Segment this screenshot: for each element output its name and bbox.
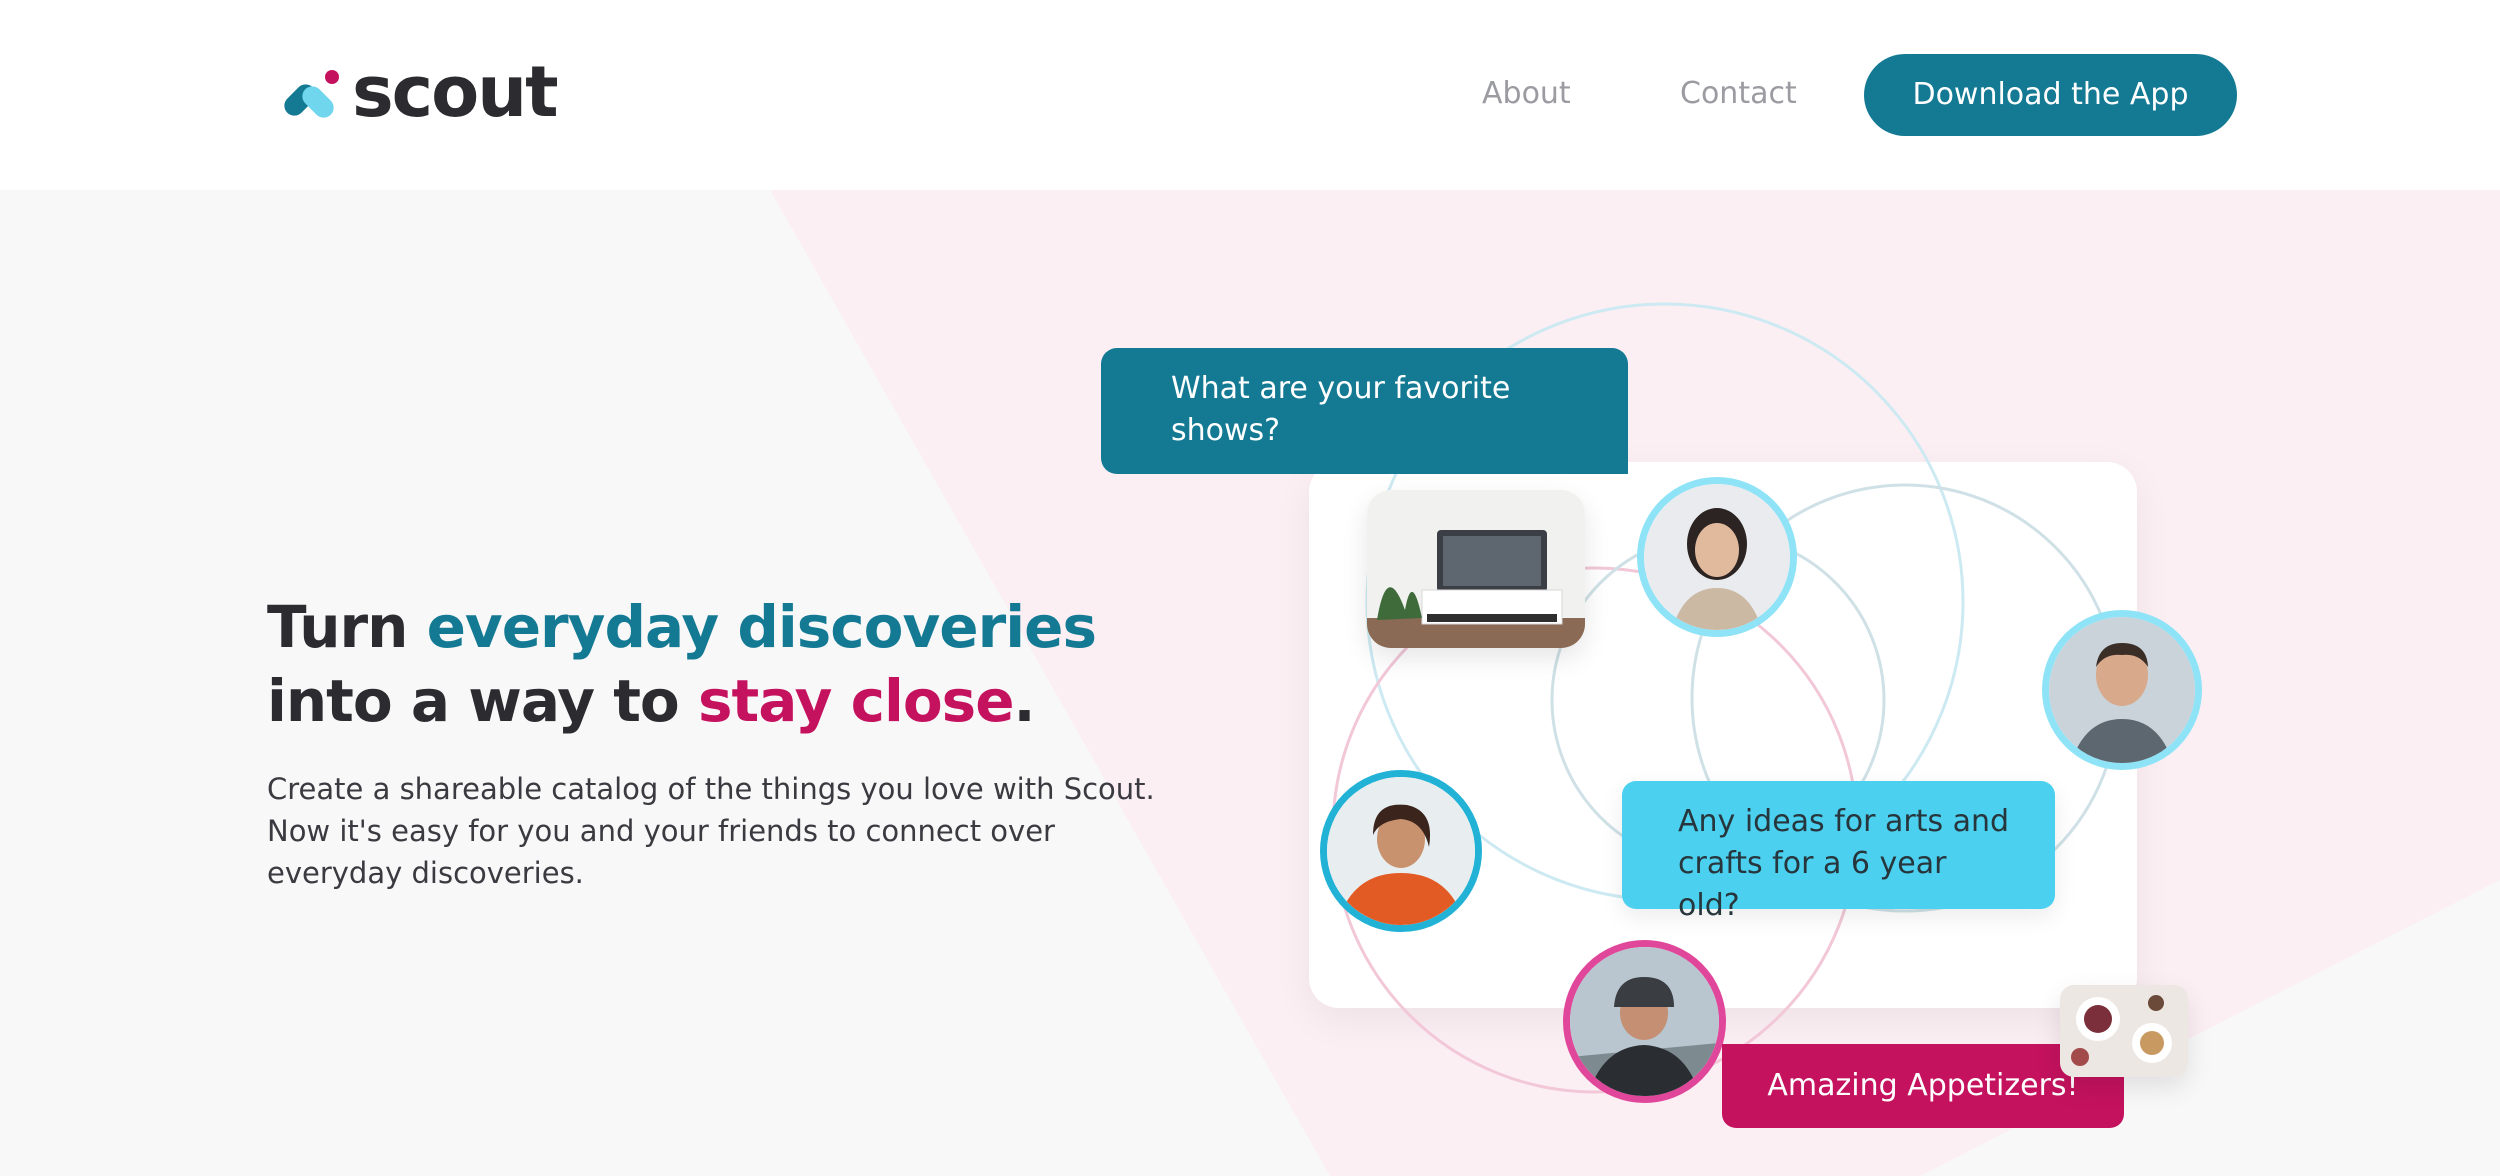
scout-logo-icon <box>284 70 339 118</box>
appetizers-photo <box>2060 985 2188 1077</box>
nav-contact-link[interactable]: Contact <box>1680 74 1797 114</box>
man-portrait-avatar <box>2042 610 2202 770</box>
tv-room-photo <box>1367 490 1585 648</box>
cyclist-avatar <box>1563 940 1726 1103</box>
arts-crafts-bubble: Any ideas for arts and crafts for a 6 ye… <box>1622 781 2055 923</box>
scout-logo[interactable]: scout <box>280 52 580 132</box>
woman-portrait-avatar <box>1637 477 1797 637</box>
woman-orange-sweater-avatar <box>1320 770 1482 932</box>
site-header: scout About Contact Download the App <box>0 0 2500 190</box>
logo-wordmark: scout <box>352 51 559 133</box>
download-app-button[interactable]: Download the App <box>1864 54 2237 136</box>
nav-about-link[interactable]: About <box>1482 74 1571 114</box>
favorite-shows-bubble: What are your favorite shows? <box>1101 348 1628 474</box>
hero-section: Turn everyday discoveries into a way to … <box>0 190 2500 1176</box>
